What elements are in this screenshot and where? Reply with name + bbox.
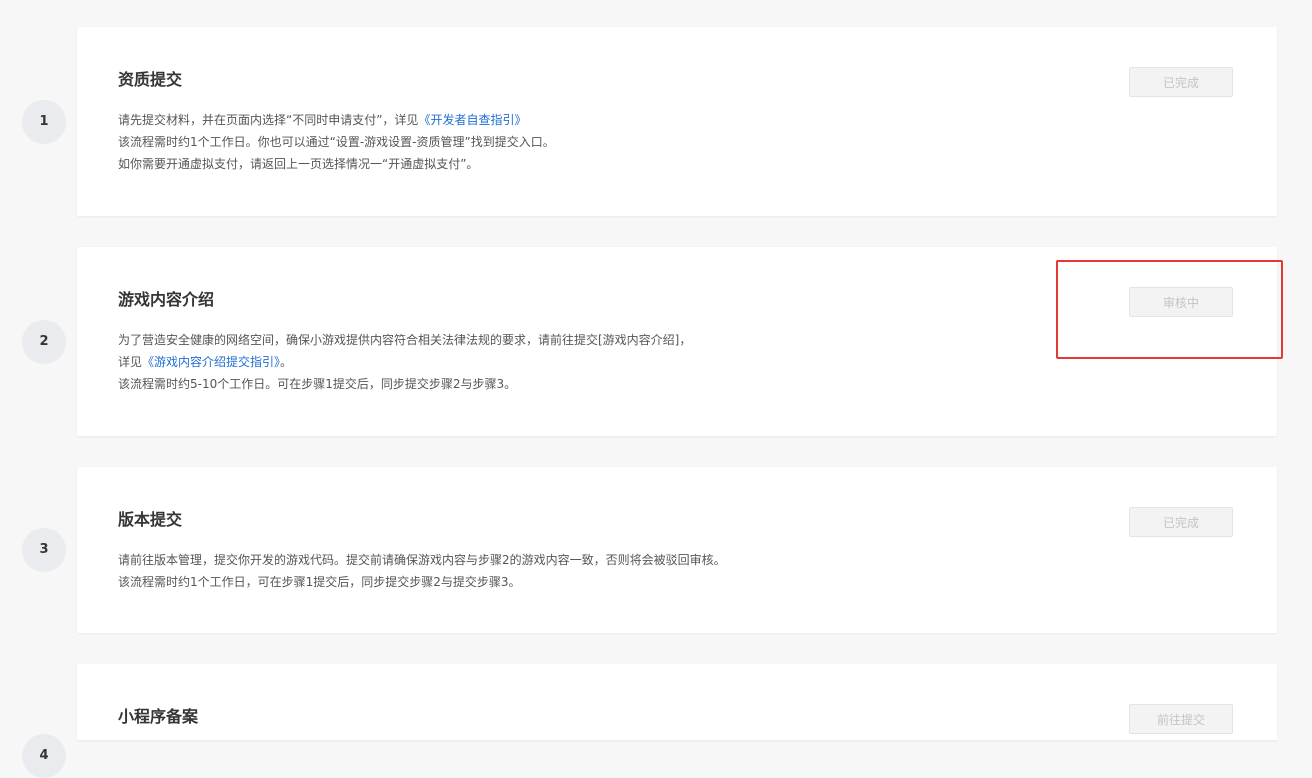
- status-button-under-review[interactable]: 审核中: [1129, 287, 1233, 317]
- description-line: 该流程需时约1个工作日，可在步骤1提交后，同步提交步骤2与提交步骤3。: [118, 575, 521, 589]
- step-card: 小程序备案 前往提交: [77, 664, 1277, 740]
- status-button-completed[interactable]: 已完成: [1129, 67, 1233, 97]
- description-line: 该流程需时约1个工作日。你也可以通过“设置-游戏设置-资质管理”找到提交入口。: [118, 135, 555, 149]
- step-title: 版本提交: [118, 510, 183, 529]
- step-card: 资质提交 请先提交材料，并在页面内选择“不同时申请支付”，详见《开发者自查指引》…: [77, 27, 1277, 216]
- step-description: 请先提交材料，并在页面内选择“不同时申请支付”，详见《开发者自查指引》 该流程需…: [118, 109, 938, 175]
- step-description: 请前往版本管理，提交你开发的游戏代码。提交前请确保游戏内容与步骤2的游戏内容一致…: [118, 549, 938, 593]
- description-line: 该流程需时约5-10个工作日。可在步骤1提交后，同步提交步骤2与步骤3。: [118, 377, 517, 391]
- developer-self-check-guide-link[interactable]: 《开发者自查指引》: [418, 113, 526, 127]
- step-card: 游戏内容介绍 为了营造安全健康的网络空间，确保小游戏提供内容符合相关法律法规的要…: [77, 247, 1277, 436]
- step-description: 为了营造安全健康的网络空间，确保小游戏提供内容符合相关法律法规的要求，请前往提交…: [118, 329, 938, 395]
- game-content-guide-link[interactable]: 《游戏内容介绍提交指引》: [142, 355, 280, 369]
- description-line: 详见《游戏内容介绍提交指引》。: [118, 351, 938, 373]
- description-text: 请先提交材料，并在页面内选择“不同时申请支付”，详见: [118, 113, 419, 127]
- description-line: 如你需要开通虚拟支付，请返回上一页选择情况一“开通虚拟支付”。: [118, 157, 479, 171]
- status-button-completed[interactable]: 已完成: [1129, 507, 1233, 537]
- step-card: 版本提交 请前往版本管理，提交你开发的游戏代码。提交前请确保游戏内容与步骤2的游…: [77, 467, 1277, 633]
- step-title: 资质提交: [118, 70, 183, 89]
- description-line: 请先提交材料，并在页面内选择“不同时申请支付”，详见《开发者自查指引》: [118, 109, 938, 131]
- step-number-badge: 4: [22, 734, 66, 778]
- description-text: 。: [280, 355, 293, 369]
- step-title: 游戏内容介绍: [118, 290, 215, 309]
- go-submit-button[interactable]: 前往提交: [1129, 704, 1233, 734]
- step-number-badge: 3: [22, 528, 66, 572]
- step-title: 小程序备案: [118, 707, 199, 726]
- step-number-badge: 2: [22, 320, 66, 364]
- step-number-badge: 1: [22, 100, 66, 144]
- description-text: 详见: [118, 355, 143, 369]
- description-line: 为了营造安全健康的网络空间，确保小游戏提供内容符合相关法律法规的要求，请前往提交…: [118, 333, 692, 347]
- description-line: 请前往版本管理，提交你开发的游戏代码。提交前请确保游戏内容与步骤2的游戏内容一致…: [118, 553, 726, 567]
